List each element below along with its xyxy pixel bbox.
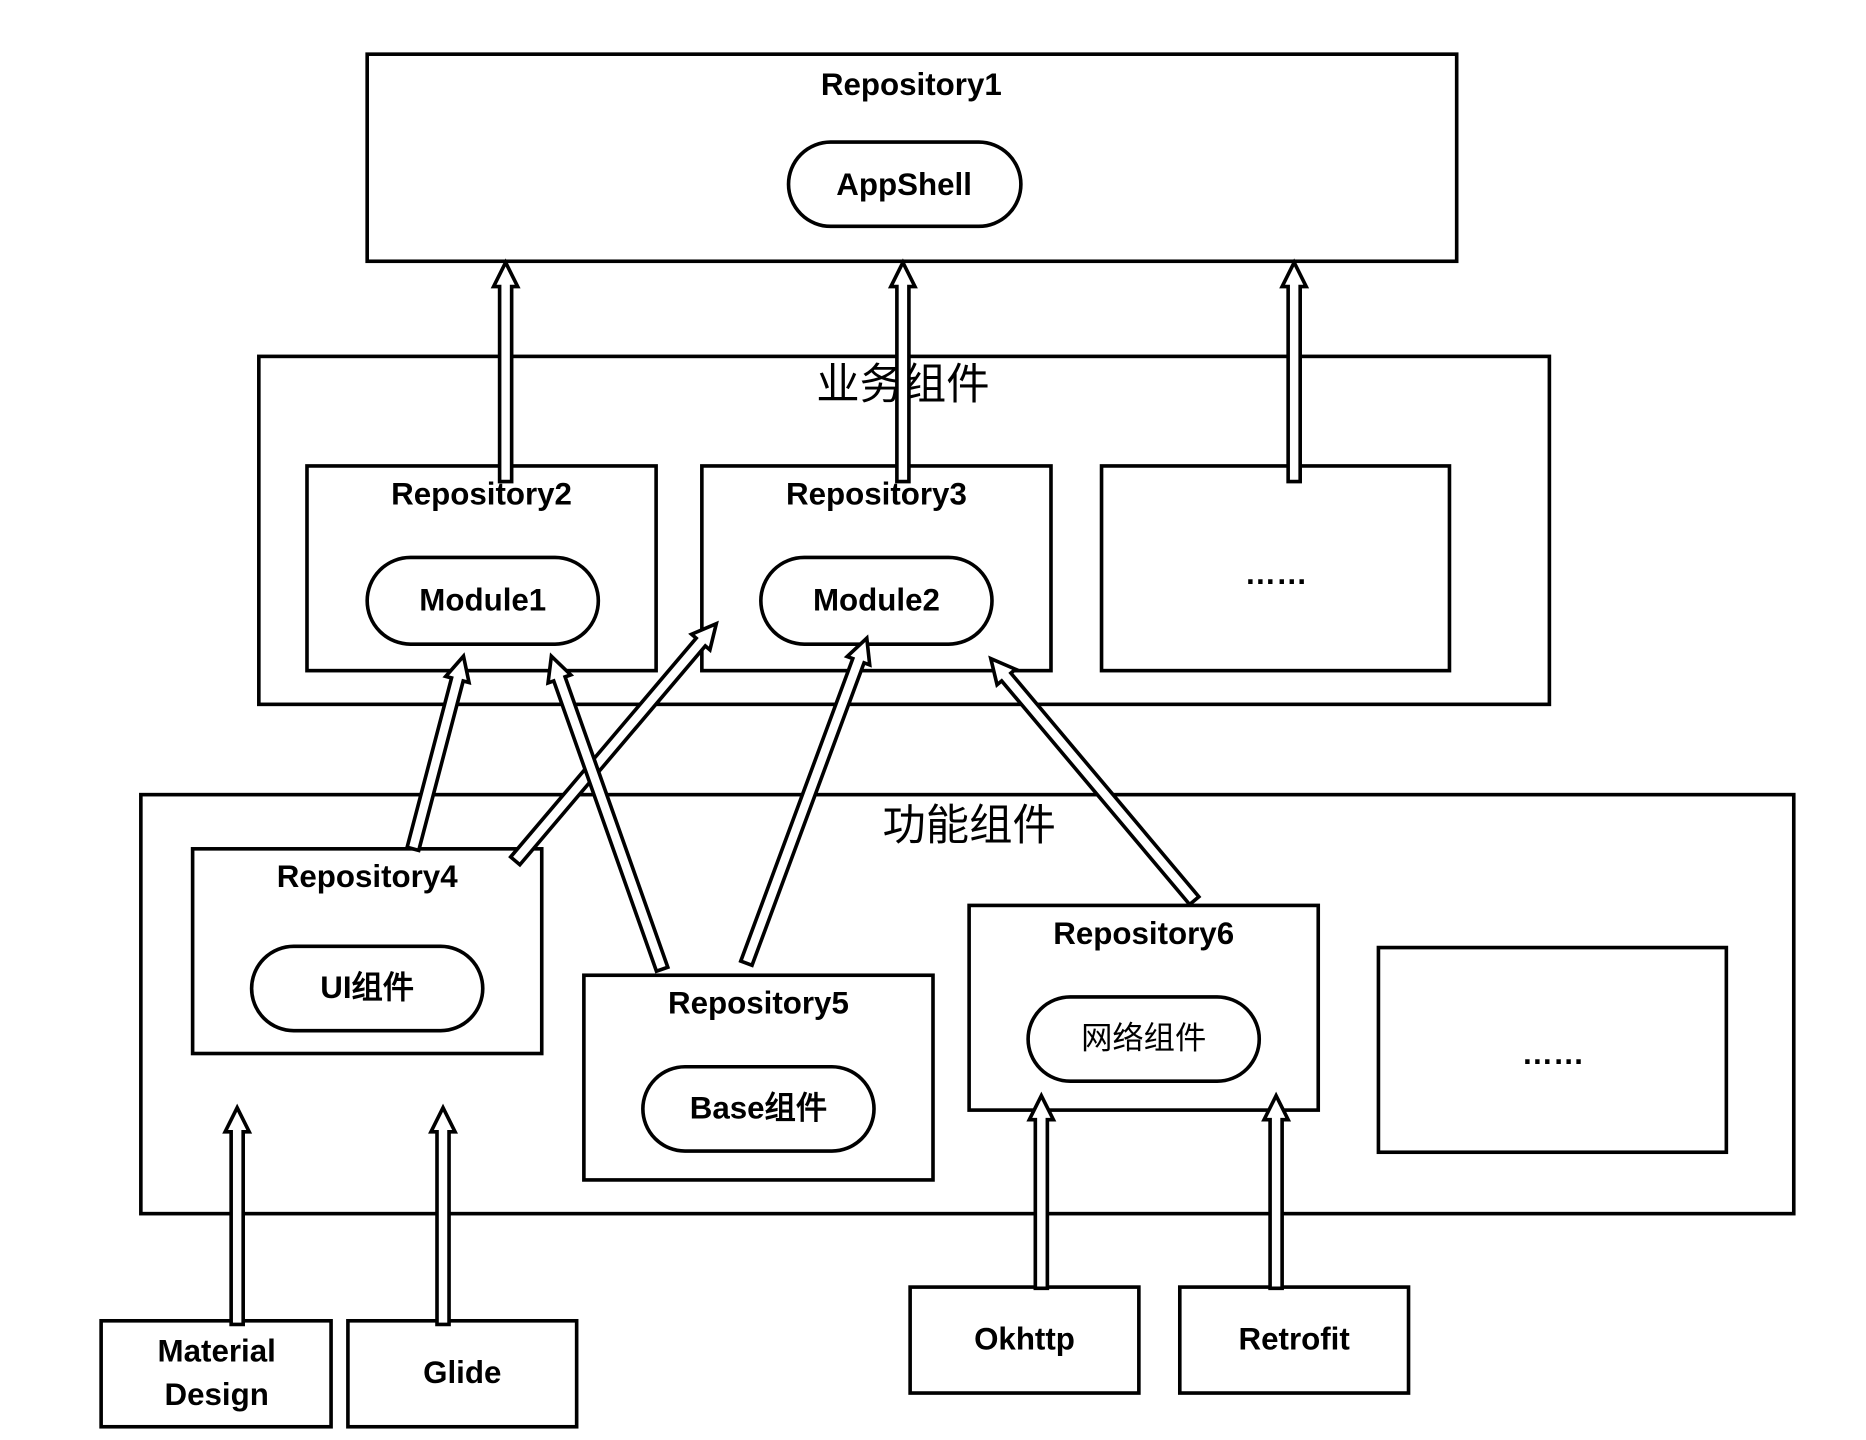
glide-box: Glide (346, 1318, 579, 1429)
repository2-label: Repository2 (391, 476, 572, 511)
module2-label: Module2 (813, 582, 940, 617)
retrofit-label: Retrofit (1239, 1322, 1351, 1357)
glide-label: Glide (423, 1355, 501, 1390)
appshell-label: AppShell (836, 167, 972, 202)
repository6-label: Repository6 (1053, 916, 1234, 951)
function-group-title: 功能组件 (882, 801, 1055, 851)
function-more-label: …… (1522, 1036, 1585, 1071)
repository4-label: Repository4 (277, 859, 458, 894)
architecture-diagram: Repository1 AppShell 业务组件 Repository2 Mo… (99, 52, 1796, 1429)
function-components-group: 功能组件 Repository4 UI组件 Repository5 Base组件… (139, 792, 1796, 1216)
material-design-label-line1: Material (158, 1334, 276, 1369)
material-design-label-line2: Design (165, 1377, 269, 1412)
module1-label: Module1 (419, 582, 546, 617)
business-more-label: …… (1245, 556, 1308, 591)
okhttp-box: Okhttp (908, 1285, 1141, 1395)
repository1-label: Repository1 (821, 67, 1002, 102)
retrofit-box: Retrofit (1177, 1285, 1411, 1395)
repository1-box: Repository1 AppShell (365, 52, 1459, 264)
repository3-label: Repository3 (786, 476, 967, 511)
material-design-box: Material Design (99, 1318, 333, 1429)
okhttp-label: Okhttp (974, 1322, 1075, 1357)
ui-component-label: UI组件 (320, 970, 414, 1005)
network-component-label: 网络组件 (1081, 1021, 1206, 1056)
repository5-label: Repository5 (668, 986, 849, 1021)
base-component-label: Base组件 (690, 1090, 827, 1125)
